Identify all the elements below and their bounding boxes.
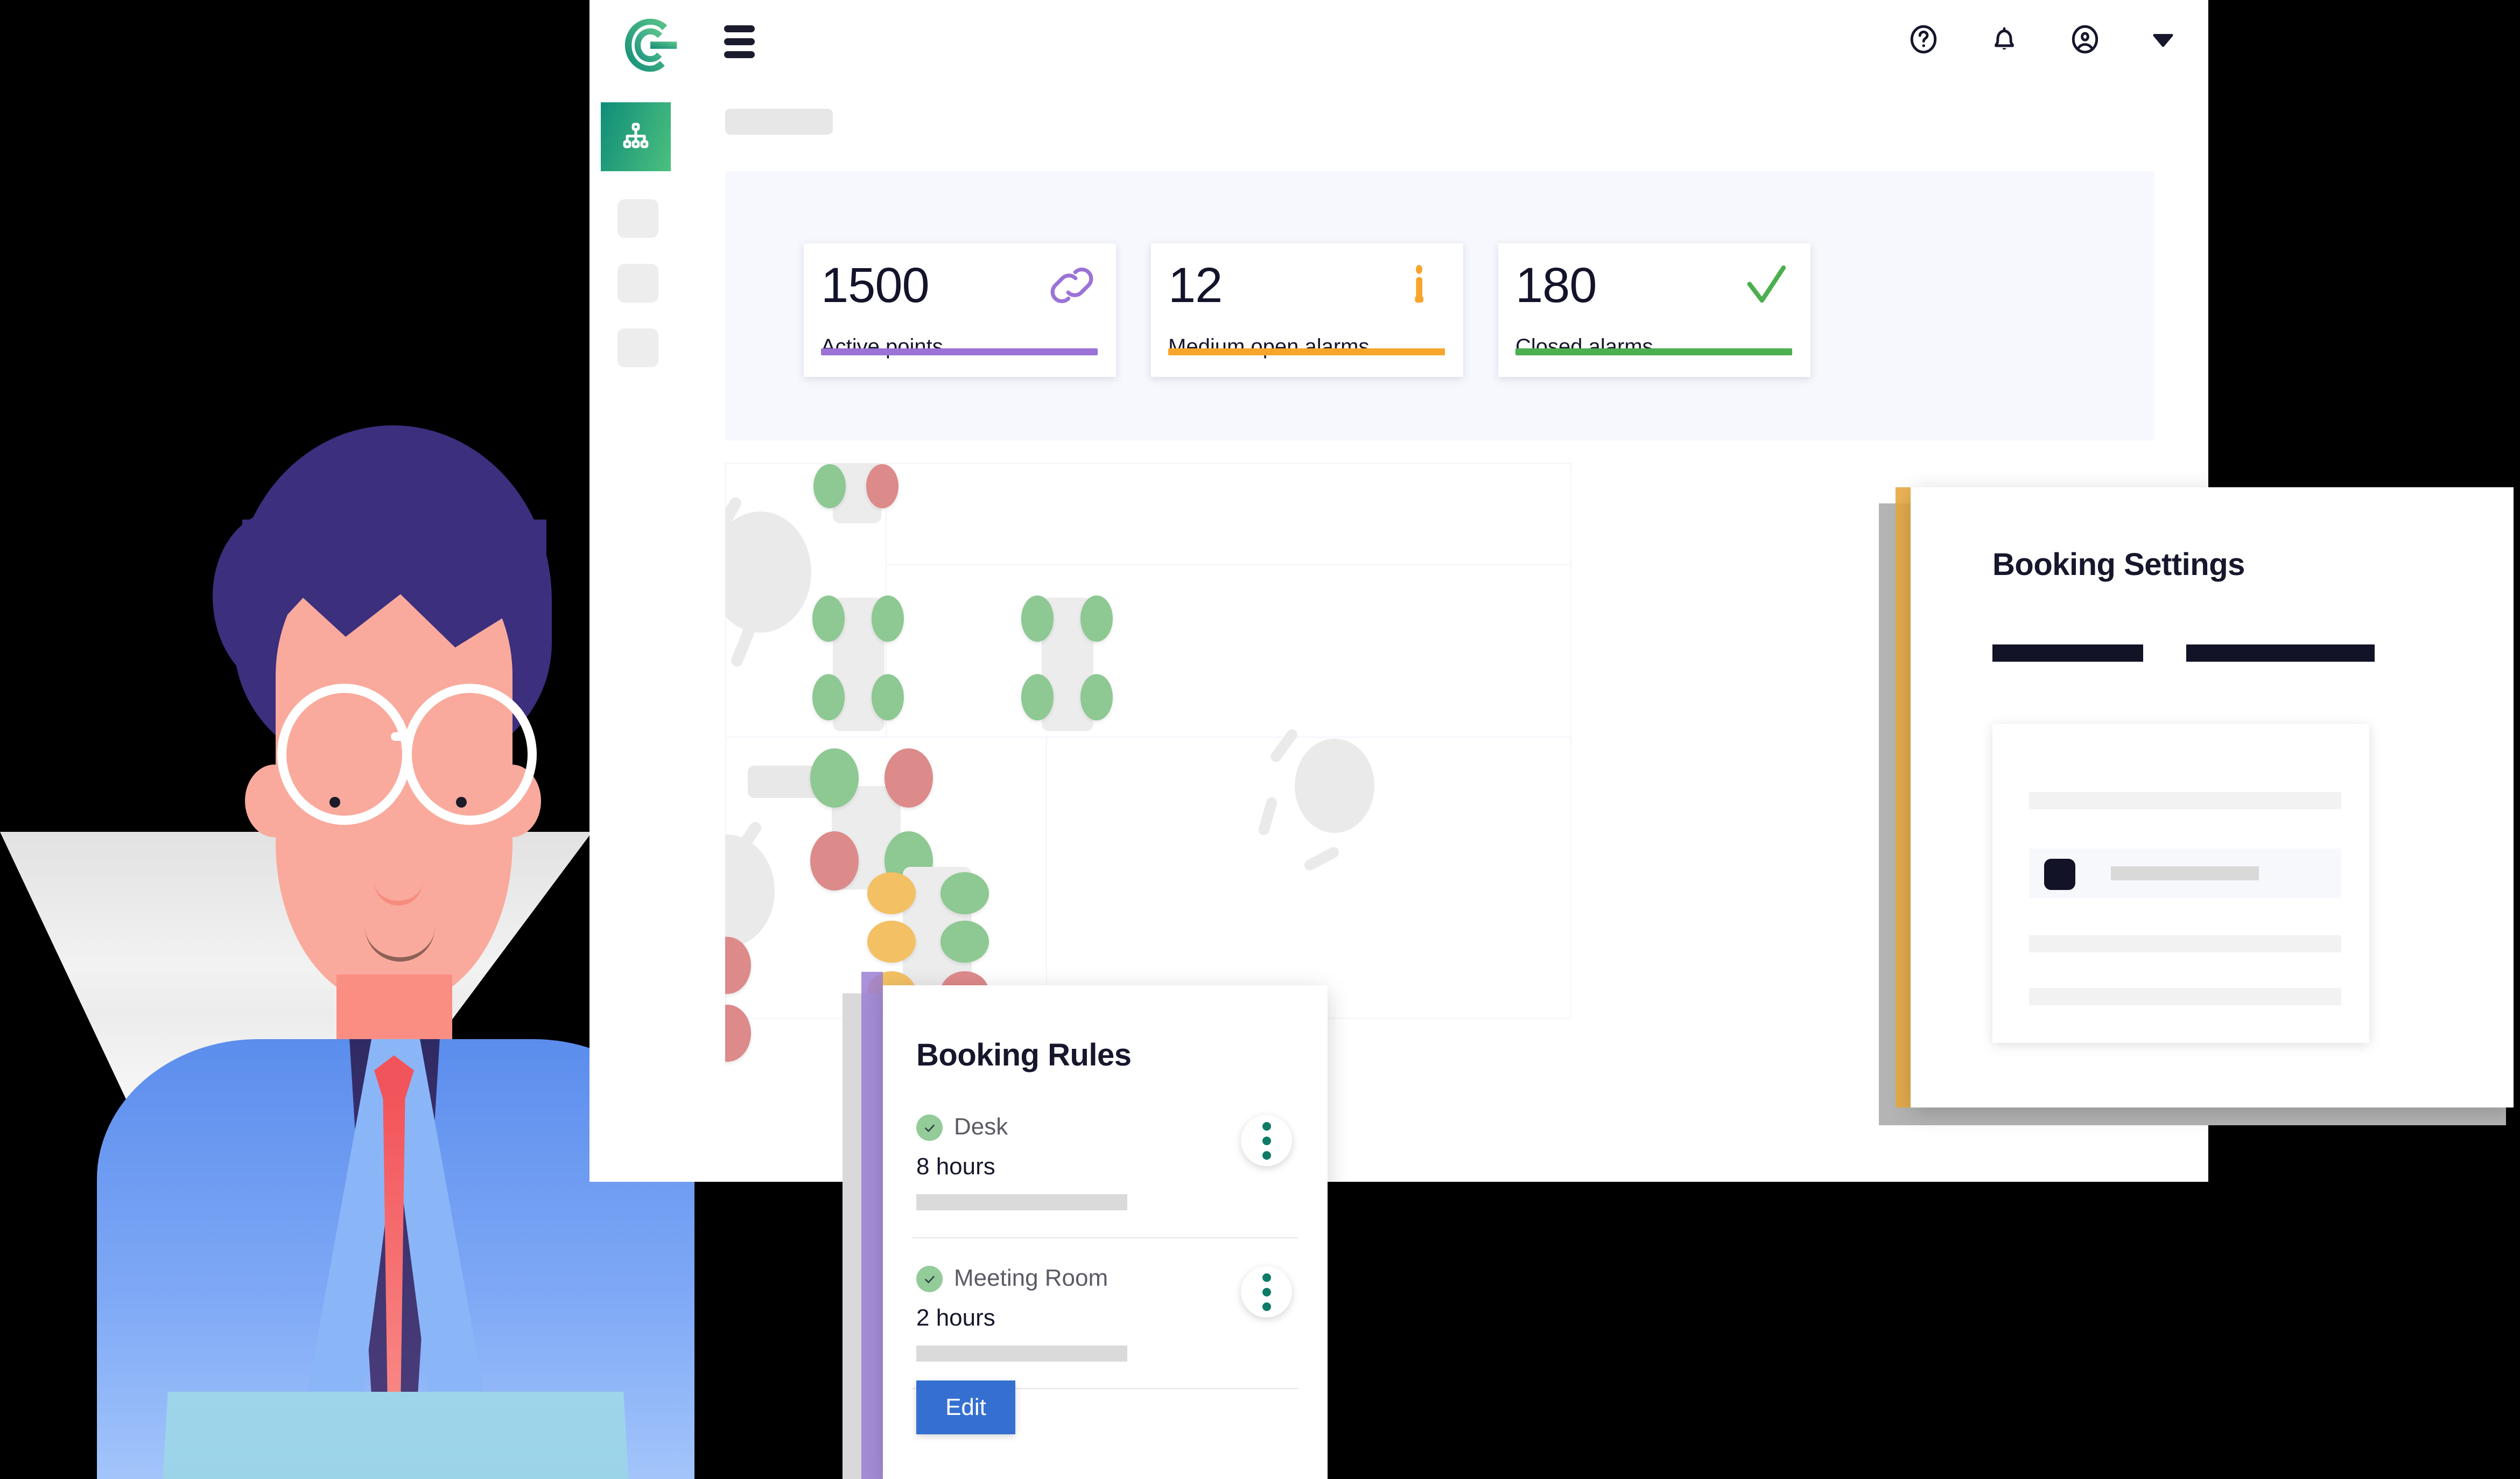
seat-available [812,595,845,642]
screenshot-canvas: 1500 Active points 12 Medium open alarms… [0,0,2520,1479]
glasses-right-lens [403,684,537,825]
rule-detail-placeholder [916,1345,1127,1362]
nav-placeholder-3[interactable] [617,328,658,367]
kpi-card-medium-open-alarms[interactable]: 12 Medium open alarms [1151,243,1463,377]
seat-occupied [810,831,859,891]
seat-occupied [885,748,933,808]
rule-enabled-check-icon [916,1266,943,1292]
seat-available [810,748,859,808]
kpi-accent-bar [1168,348,1445,355]
rule-name: Desk [954,1113,1008,1140]
settings-line-1 [2029,792,2341,809]
kpi-label: Active points [821,335,943,359]
kpi-card-row: 1500 Active points 12 Medium open alarms… [804,243,1810,377]
eye-left [329,797,340,808]
seat-available [1080,674,1113,720]
laptop-shape [148,1392,643,1479]
kpi-label: Medium open alarms [1168,335,1370,359]
user-account-icon[interactable] [2068,23,2102,56]
rule-divider [912,1237,1298,1238]
settings-row-label-placeholder [2111,866,2259,880]
sitemap-icon [620,120,651,154]
rule-name: Meeting Room [954,1265,1108,1291]
kpi-band: 1500 Active points 12 Medium open alarms… [725,171,2154,440]
kpi-label: Closed alarms [1515,335,1653,359]
kpi-card-closed-alarms[interactable]: 180 Closed alarms [1498,243,1810,377]
topbar-icon-group [1907,23,2177,56]
room-outline-top [886,463,1571,567]
page-title-placeholder [725,109,833,135]
seat-available [1021,595,1054,642]
rule-enabled-check-icon [916,1114,943,1141]
left-nav-rail [589,92,682,1182]
rule-duration: 2 hours [916,1305,995,1331]
hamburger-menu-icon[interactable] [724,25,760,59]
seat-occupied [866,464,899,508]
seat-available [813,464,846,508]
glasses-bridge [391,732,406,741]
kebab-menu-icon[interactable] [1241,1266,1292,1317]
settings-tab-1[interactable] [1992,644,2143,662]
seat-available [872,595,904,642]
seat-reserved [867,921,916,963]
rule-duration: 8 hours [916,1153,995,1180]
kpi-value: 1500 [821,258,930,313]
booking-settings-title: Booking Settings [1992,547,2245,582]
chevron-down-icon[interactable] [2149,23,2177,56]
seat-available [812,674,845,720]
kpi-card-active-points[interactable]: 1500 Active points [804,243,1116,377]
brand-logo[interactable] [620,15,680,75]
rule-detail-placeholder [916,1194,1127,1210]
kpi-value: 180 [1515,258,1597,313]
nav-placeholder-1[interactable] [617,199,658,238]
kebab-menu-icon[interactable] [1241,1115,1292,1166]
settings-selected-row[interactable] [2029,849,2341,898]
kpi-value: 12 [1168,258,1223,313]
seat-available [940,921,989,963]
booking-rules-accent-bar [861,972,883,1479]
glasses-left-lens [277,684,411,825]
room-outline-mid [886,564,1571,740]
edit-button[interactable]: Edit [916,1380,1015,1434]
seat-reserved [867,872,916,914]
booking-rules-title: Booking Rules [916,1038,1132,1073]
notifications-bell-icon[interactable] [1988,23,2021,56]
seat-available [872,674,904,720]
round-table-decor-3 [1295,739,1374,833]
seat-available [1080,595,1113,642]
sidebar-item-sitemap[interactable] [601,102,671,171]
settings-line-3 [2029,988,2341,1005]
settings-row-icon [2044,859,2075,890]
info-icon [1393,260,1445,311]
settings-line-2 [2029,935,2341,952]
eye-right [456,797,467,808]
app-topbar [589,0,2208,92]
nav-placeholder-2[interactable] [617,264,658,303]
checkmark-icon [1740,260,1792,311]
seat-available [1021,674,1054,720]
settings-card [1992,724,2369,1043]
settings-tab-2[interactable] [2186,644,2375,662]
kpi-accent-bar [1515,348,1792,355]
kpi-accent-bar [821,348,1098,355]
booking-rules-panel: Booking Rules Desk 8 hours Meeting Room … [883,985,1328,1479]
booking-settings-panel: Booking Settings [1911,487,2514,1108]
link-chain-icon [1046,260,1098,311]
help-icon[interactable] [1907,23,1940,56]
seat-available [940,872,989,914]
